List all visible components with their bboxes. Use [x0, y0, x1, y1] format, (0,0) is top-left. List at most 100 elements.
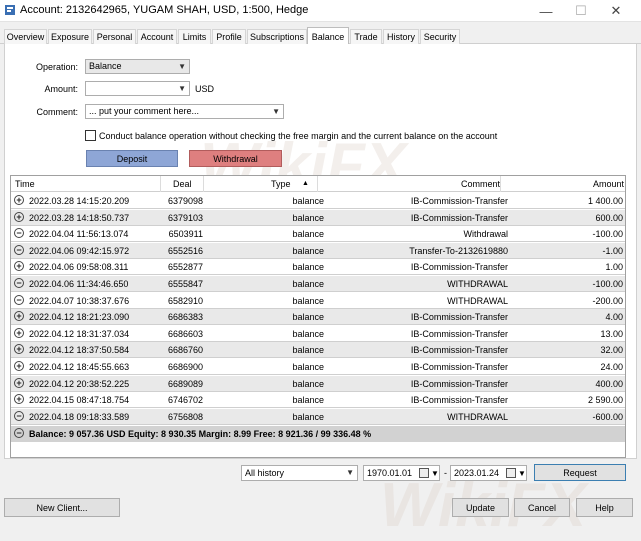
to-date-input[interactable]: 2023.01.24 ▼	[450, 465, 527, 481]
table-row[interactable]: +2022.04.12 18:45:55.663 6686900 balance IB…	[11, 359, 625, 375]
row-time: 2022.04.12 18:37:50.584	[29, 345, 130, 356]
row-amount: -200.00	[592, 295, 623, 306]
table-row[interactable]: −2022.04.06 09:42:15.972 6552516 balance Tr…	[11, 242, 625, 259]
table-row[interactable]: +2022.04.12 20:38:52.225 6689089 balance IB…	[11, 375, 625, 392]
row-time: 2022.04.06 09:58:08.311	[29, 262, 129, 273]
row-time: 2022.04.06 11:34:46.650	[29, 279, 129, 289]
plus-circle-icon: +	[14, 361, 24, 371]
new-client-button[interactable]: New Client...	[4, 498, 120, 517]
from-date-value: 1970.01.01	[367, 468, 413, 478]
table-header: Time Deal Type ▲ Comment Amount	[11, 176, 625, 192]
table-row[interactable]: −2022.04.04 11:56:13.074 6503911 balance Wi…	[11, 226, 625, 243]
column-comment[interactable]: Comment	[461, 179, 500, 189]
plus-circle-icon: +	[14, 261, 24, 272]
account-summary: Balance: 9 057.36 USD Equity: 8 930.35 M…	[29, 429, 372, 439]
request-button[interactable]: Request	[534, 464, 626, 481]
tab-account[interactable]: Account	[137, 29, 177, 44]
row-comment: IB-Commission-Transfer	[410, 196, 508, 206]
table-row[interactable]: +2022.04.06 09:58:08.311 6552877 balance IB…	[11, 259, 625, 276]
skip-margin-check-checkbox[interactable]	[85, 130, 96, 141]
minus-circle-icon: −	[14, 410, 24, 421]
row-amount: -100.00	[592, 229, 623, 240]
window-title: Account: 2132642965, YUGAM SHAH, USD, 1:…	[20, 4, 309, 16]
row-comment: IB-Commission-Transfer	[410, 378, 508, 389]
row-comment: IB-Commission-Transfer	[410, 262, 508, 273]
tab-limits[interactable]: Limits	[178, 29, 211, 44]
comment-placeholder: ... put your comment here...	[89, 106, 200, 116]
tab-history[interactable]: History	[383, 29, 419, 44]
table-row[interactable]: +2022.04.12 18:21:23.090 6686383 balance IB…	[11, 309, 625, 326]
row-type: balance	[292, 312, 324, 323]
plus-circle-icon: +	[14, 327, 24, 338]
row-amount: 400.00	[595, 378, 623, 389]
row-deal: 6686603	[167, 328, 203, 339]
tab-exposure[interactable]: Exposure	[48, 29, 92, 44]
column-amount[interactable]: Amount	[593, 179, 624, 189]
table-row[interactable]: −2022.04.07 10:38:37.676 6582910 balance WI…	[11, 293, 625, 309]
tab-balance[interactable]: Balance	[307, 27, 349, 45]
row-amount: -1.00	[602, 245, 623, 256]
row-amount: 24.00	[600, 362, 623, 372]
table-row[interactable]: +2022.04.12 18:37:50.584 6686760 balance IB…	[11, 342, 625, 359]
row-comment: IB-Commission-Transfer	[410, 312, 508, 323]
row-type: balance	[292, 378, 324, 389]
column-time[interactable]: Time	[15, 179, 35, 189]
tab-overview[interactable]: Overview	[4, 29, 47, 44]
calendar-icon[interactable]	[506, 468, 516, 478]
plus-circle-icon: +	[14, 377, 24, 388]
row-time: 2022.04.06 09:42:15.972	[29, 245, 130, 256]
tab-profile[interactable]: Profile	[212, 29, 246, 44]
tab-trade[interactable]: Trade	[350, 29, 382, 44]
collapse-icon: −	[14, 428, 24, 438]
row-time: 2022.03.28 14:18:50.737	[29, 212, 130, 223]
plus-circle-icon: +	[14, 211, 24, 222]
tab-subscriptions[interactable]: Subscriptions	[247, 29, 307, 44]
plus-circle-icon: +	[14, 344, 24, 355]
row-type: balance	[292, 411, 324, 422]
account-summary-row: − Balance: 9 057.36 USD Equity: 8 930.35…	[11, 426, 625, 442]
table-row[interactable]: −2022.04.06 11:34:46.650 6555847 balance WI…	[11, 276, 625, 292]
minimize-button[interactable]: —	[530, 0, 562, 22]
to-date-value: 2023.01.24	[454, 468, 500, 478]
period-value: All history	[245, 468, 285, 478]
row-amount: 600.00	[595, 212, 623, 223]
row-comment: IB-Commission-Transfer	[410, 328, 508, 339]
tab-personal[interactable]: Personal	[93, 29, 136, 44]
row-type: balance	[292, 229, 324, 240]
table-row[interactable]: +2022.04.12 18:31:37.034 6686603 balance IB…	[11, 326, 625, 342]
row-time: 2022.03.28 14:15:20.209	[29, 196, 130, 206]
chevron-down-icon: ▼	[518, 469, 526, 478]
help-button[interactable]: Help	[576, 498, 633, 517]
tab-security[interactable]: Security	[420, 29, 460, 44]
chevron-down-icon: ▼	[272, 107, 280, 116]
update-button[interactable]: Update	[452, 498, 509, 517]
calendar-icon[interactable]	[419, 468, 429, 478]
minus-circle-icon: −	[14, 294, 24, 305]
minus-circle-icon: −	[14, 278, 24, 288]
row-type: balance	[292, 362, 324, 372]
row-time: 2022.04.15 08:47:18.754	[29, 395, 130, 406]
table-row[interactable]: −2022.04.18 09:18:33.589 6756808 balance WI…	[11, 408, 625, 425]
row-time: 2022.04.12 18:21:23.090	[29, 312, 130, 323]
maximize-button[interactable]: ☐	[565, 0, 597, 22]
from-date-input[interactable]: 1970.01.01 ▼	[363, 465, 440, 481]
row-deal: 6379098	[167, 196, 203, 206]
minus-circle-icon: −	[14, 244, 24, 255]
table-row[interactable]: +2022.03.28 14:15:20.209 6379098 balance IB…	[11, 193, 625, 209]
comment-input[interactable]: ... put your comment here... ▼	[85, 104, 284, 119]
table-row[interactable]: +2022.03.28 14:18:50.737 6379103 balance IB…	[11, 209, 625, 226]
cancel-button[interactable]: Cancel	[514, 498, 570, 517]
row-time: 2022.04.04 11:56:13.074	[29, 229, 129, 240]
amount-input[interactable]: ▼	[85, 81, 190, 96]
close-button[interactable]: ✕	[600, 0, 632, 22]
withdrawal-button[interactable]: Withdrawal	[189, 150, 282, 167]
deposit-button[interactable]: Deposit	[86, 150, 178, 167]
table-row[interactable]: +2022.04.15 08:47:18.754 6746702 balance IB…	[11, 392, 625, 409]
period-select[interactable]: All history ▼	[241, 465, 358, 481]
row-time: 2022.04.07 10:38:37.676	[29, 295, 130, 306]
column-type[interactable]: Type	[271, 179, 291, 189]
chevron-down-icon: ▼	[431, 469, 439, 478]
operation-select[interactable]: Balance ▼	[85, 59, 190, 74]
column-deal[interactable]: Deal	[173, 179, 192, 189]
amount-unit: USD	[195, 84, 215, 94]
